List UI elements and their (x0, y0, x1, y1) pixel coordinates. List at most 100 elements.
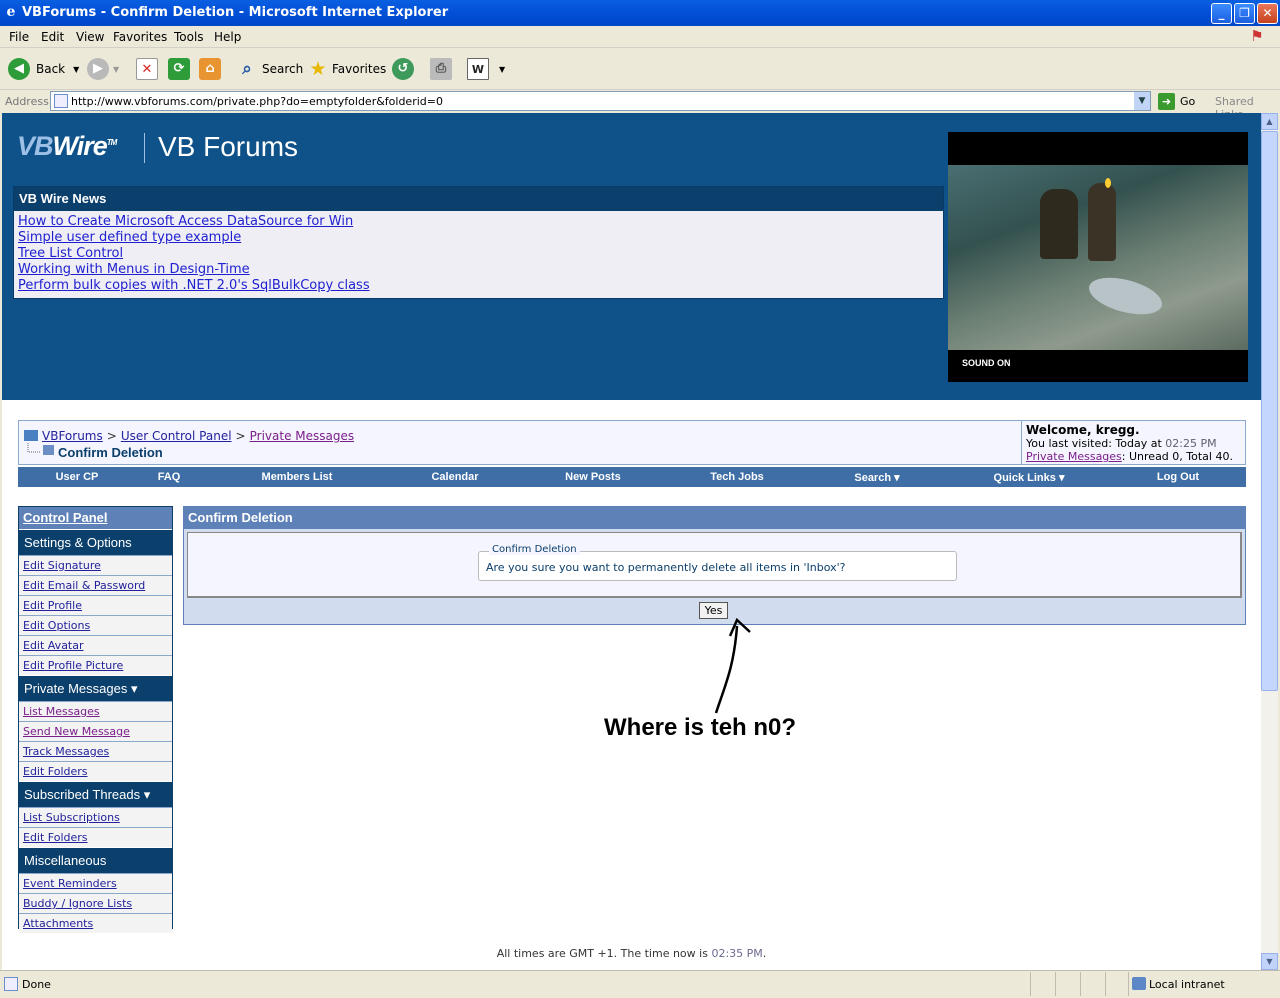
footer-time: 02:35 PM (711, 947, 763, 960)
threads-section-label: Subscribed Threads (24, 787, 141, 802)
go-button[interactable]: ➜ Go (1158, 93, 1195, 110)
settings-section-header: Settings & Options (19, 529, 172, 555)
edit-profile-picture-link[interactable]: Edit Profile Picture (23, 659, 123, 672)
edit-options-link[interactable]: Edit Options (23, 619, 90, 632)
nav-up-icon[interactable] (24, 430, 38, 441)
tab-log-out[interactable]: Log Out (1110, 471, 1246, 483)
tab-calendar[interactable]: Calendar (392, 471, 518, 483)
address-url: http://www.vbforums.com/private.php?do=e… (71, 95, 443, 108)
tab-new-posts[interactable]: New Posts (518, 471, 668, 483)
stop-button[interactable]: ✕ (136, 56, 158, 82)
character-figure (1088, 183, 1116, 261)
maximize-button[interactable]: ❐ (1234, 3, 1255, 24)
address-dropdown-icon[interactable]: ▼ (1134, 92, 1150, 110)
list-messages-link[interactable]: List Messages (23, 705, 100, 718)
edit-avatar-link[interactable]: Edit Avatar (23, 639, 84, 652)
threads-section-header[interactable]: Subscribed Threads ▾ (19, 781, 172, 807)
sound-on-label[interactable]: SOUND ON (962, 358, 1011, 368)
minimize-button[interactable]: _ (1211, 3, 1232, 24)
news-link[interactable]: Working with Menus in Design-Time (18, 262, 250, 277)
vertical-scrollbar[interactable]: ▲ ▼ (1261, 113, 1278, 970)
news-link[interactable]: Simple user defined type example (18, 230, 241, 245)
track-messages-link[interactable]: Track Messages (23, 745, 109, 758)
address-label: Address (5, 95, 49, 108)
edit-profile-link[interactable]: Edit Profile (23, 599, 82, 612)
go-label: Go (1180, 95, 1196, 108)
stop-icon: ✕ (136, 58, 158, 80)
edit-thread-folders-link[interactable]: Edit Folders (23, 831, 88, 844)
menu-help[interactable]: Help (214, 30, 241, 44)
tab-search[interactable]: Search ▾ (806, 471, 948, 484)
last-visit-label: You last visited: Today at (1026, 437, 1162, 450)
annotation-text: Where is teh n0? (604, 714, 797, 741)
tab-tech-jobs[interactable]: Tech Jobs (668, 471, 806, 483)
windows-flag-icon: ⚑ (1250, 27, 1264, 45)
news-link[interactable]: Perform bulk copies with .NET 2.0's SqlB… (18, 278, 370, 293)
history-icon: ↺ (392, 58, 414, 80)
forward-button[interactable]: ▶ ▼ (87, 56, 119, 82)
back-dropdown-icon[interactable]: ▼ (73, 65, 79, 74)
vbwire-logo[interactable]: VBWireTM (17, 131, 118, 162)
edit-dropdown-icon[interactable]: ▼ (499, 65, 505, 74)
window-titlebar: e VBForums - Confirm Deletion - Microsof… (0, 0, 1280, 26)
edit-email-link[interactable]: Edit Email & Password (23, 579, 145, 592)
breadcrumb-vbforums[interactable]: VBForums (42, 429, 103, 443)
menu-edit[interactable]: Edit (41, 30, 64, 44)
status-divider (1030, 972, 1031, 996)
scroll-thumb[interactable] (1261, 131, 1278, 691)
attachments-link[interactable]: Attachments (23, 917, 93, 930)
menu-tools[interactable]: Tools (174, 30, 204, 44)
edit-signature-link[interactable]: Edit Signature (23, 559, 101, 572)
history-button[interactable]: ↺ (392, 56, 414, 82)
refresh-button[interactable]: ⟳ (168, 56, 190, 82)
tab-faq[interactable]: FAQ (136, 471, 202, 483)
favorites-label: Favorites (332, 62, 387, 76)
video-ad[interactable]: SOUND ON (948, 132, 1248, 382)
print-button[interactable]: ⎙ (430, 56, 452, 82)
menu-favorites[interactable]: Favorites (113, 30, 167, 44)
print-icon: ⎙ (430, 58, 452, 80)
favorites-button[interactable]: ★ Favorites (307, 56, 386, 82)
back-label: Back (36, 62, 66, 76)
menu-file[interactable]: File (9, 30, 29, 44)
close-button[interactable]: ✕ (1257, 3, 1278, 24)
tab-members-list[interactable]: Members List (202, 471, 392, 483)
floor-object (1085, 270, 1166, 322)
nav-tabs: User CP FAQ Members List Calendar New Po… (18, 467, 1246, 487)
back-button[interactable]: ◀ Back ▼ (8, 56, 79, 82)
news-item: Simple user defined type example (18, 230, 939, 246)
home-button[interactable]: ⌂ (199, 56, 221, 82)
scroll-down-icon[interactable]: ▼ (1261, 953, 1278, 970)
tab-user-cp[interactable]: User CP (18, 471, 136, 483)
breadcrumb-bar: VBForums > User Control Panel > Private Mess… (18, 420, 1246, 465)
breadcrumb-user-cp[interactable]: User Control Panel (121, 429, 232, 443)
search-button[interactable]: ⌕ Search (236, 56, 303, 82)
control-panel-title[interactable]: Control Panel (19, 507, 172, 529)
back-arrow-icon: ◀ (8, 58, 30, 80)
breadcrumb-private-messages[interactable]: Private Messages (250, 429, 355, 443)
pm-section-header[interactable]: Private Messages ▾ (19, 675, 172, 701)
news-link[interactable]: Tree List Control (18, 246, 123, 261)
send-message-link[interactable]: Send New Message (23, 725, 130, 738)
private-messages-link[interactable]: Private Messages (1026, 450, 1122, 463)
scroll-up-icon[interactable]: ▲ (1261, 113, 1278, 130)
event-reminders-link[interactable]: Event Reminders (23, 877, 117, 890)
forward-dropdown-icon[interactable]: ▼ (113, 65, 119, 74)
sidebar-item-send-message: Send New Message (19, 721, 172, 741)
current-page-title: Confirm Deletion (58, 445, 163, 460)
address-input[interactable]: http://www.vbforums.com/private.php?do=e… (50, 91, 1151, 111)
buddy-ignore-link[interactable]: Buddy / Ignore Lists (23, 897, 132, 910)
edit-word-button[interactable]: W ▼ (467, 56, 505, 82)
list-subscriptions-link[interactable]: List Subscriptions (23, 811, 120, 824)
sidebar-item-edit-folders: Edit Folders (19, 761, 172, 781)
torch-light (1105, 178, 1111, 188)
news-link[interactable]: How to Create Microsoft Access DataSourc… (18, 214, 353, 229)
logo-tm: TM (106, 138, 118, 147)
last-visit-time: 02:25 PM (1165, 437, 1217, 450)
home-icon: ⌂ (199, 58, 221, 80)
tab-quick-links[interactable]: Quick Links ▾ (948, 471, 1110, 484)
menu-view[interactable]: View (76, 30, 104, 44)
news-item: How to Create Microsoft Access DataSourc… (18, 214, 939, 230)
security-zone[interactable]: Local intranet (1128, 972, 1278, 996)
edit-pm-folders-link[interactable]: Edit Folders (23, 765, 88, 778)
